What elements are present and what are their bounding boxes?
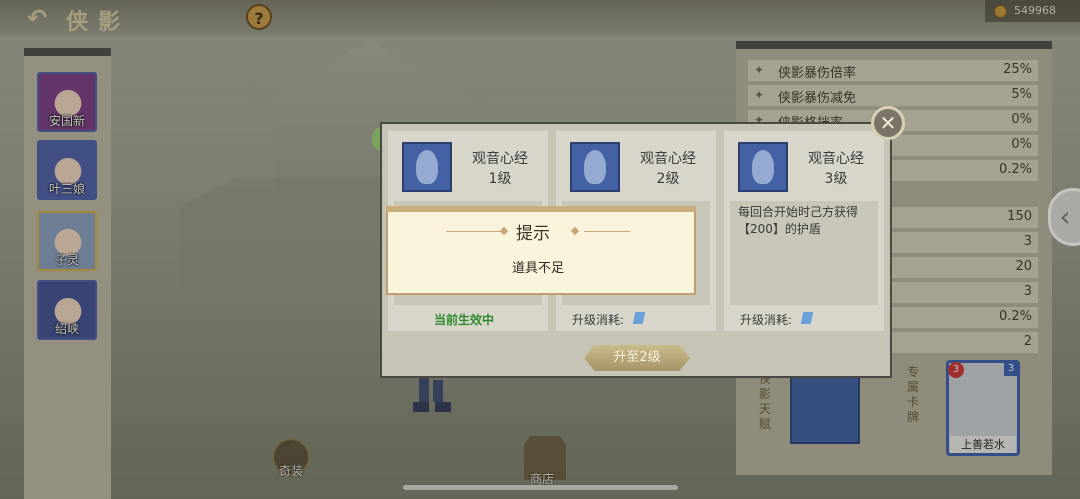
active-status: 当前生效中	[434, 313, 495, 327]
close-icon[interactable]: ✕	[871, 106, 905, 140]
upgrade-cost-label: 升级消耗:	[572, 313, 625, 327]
skill-level: 2级	[656, 171, 680, 187]
skill-name: 观音心经	[472, 151, 528, 167]
skill-icon	[570, 142, 620, 192]
skill-icon	[402, 142, 452, 192]
upgrade-cost-label: 升级消耗:	[740, 313, 793, 327]
toast-top-border	[386, 206, 696, 212]
skill-name: 观音心经	[808, 151, 864, 167]
upgrade-button[interactable]: 升至2级	[584, 345, 690, 371]
skill-level: 3级	[824, 171, 848, 187]
skill-level: 1级	[488, 171, 512, 187]
toast-message: 道具不足	[512, 261, 565, 276]
skill-icon	[738, 142, 788, 192]
toast-title: 提示	[516, 224, 550, 244]
toast-divider	[584, 231, 630, 232]
skill-description: 每回合开始时己方获得【200】的护盾	[738, 205, 859, 236]
toast-divider	[446, 231, 504, 232]
skill-name: 观音心经	[640, 151, 696, 167]
